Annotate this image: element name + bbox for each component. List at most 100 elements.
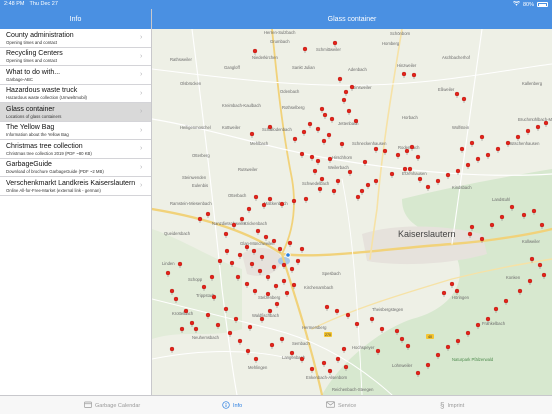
map-pin-icon[interactable] — [321, 360, 327, 367]
list-item-garbage-guide[interactable]: GarbageGuide Download of brochure Garbag… — [0, 159, 151, 177]
map-pin-icon[interactable] — [312, 168, 318, 175]
map-pin-icon[interactable] — [435, 178, 441, 185]
map-pin-icon[interactable] — [245, 348, 251, 355]
map-pin-icon[interactable] — [334, 308, 340, 315]
map-pin-icon[interactable] — [326, 132, 332, 139]
list-item-verschenkmarkt[interactable]: Verschenkmarkt Landkreis Kaiserslautern … — [0, 177, 151, 196]
map-pin-icon[interactable] — [341, 346, 347, 353]
map-pin-icon[interactable] — [302, 46, 308, 53]
map-pin-icon[interactable] — [321, 138, 327, 145]
map-pin-icon[interactable] — [244, 244, 250, 251]
map-pin-icon[interactable] — [284, 290, 290, 297]
map-pin-icon[interactable] — [309, 154, 315, 161]
map-pin-icon[interactable] — [319, 106, 325, 113]
map-canvas[interactable]: Kaiserslautern Herren-Sulzbach Schönborn G… — [152, 29, 552, 395]
map-pin-icon[interactable] — [247, 324, 253, 331]
map-pin-icon[interactable] — [303, 196, 309, 203]
map-pin-icon[interactable] — [224, 248, 230, 255]
map-pin-icon[interactable] — [329, 116, 335, 123]
map-pin-icon[interactable] — [441, 290, 447, 297]
map-pin-icon[interactable] — [355, 194, 361, 201]
map-pin-icon[interactable] — [301, 129, 307, 136]
map-pin-icon[interactable] — [411, 72, 417, 79]
map-pin-icon[interactable] — [244, 281, 250, 288]
map-pin-icon[interactable] — [401, 71, 407, 78]
map-pin-icon[interactable] — [327, 156, 333, 163]
map-pin-icon[interactable] — [495, 146, 501, 153]
map-pin-icon[interactable] — [205, 211, 211, 218]
list-item-christmas-tree-collection[interactable]: Christmas tree collection Christmas tree… — [0, 140, 151, 159]
tab-service[interactable]: Service — [326, 396, 356, 414]
map-pin-icon[interactable] — [404, 148, 410, 155]
map-pin-icon[interactable] — [373, 146, 379, 153]
map-pin-icon[interactable] — [246, 206, 252, 213]
map-pin-icon[interactable] — [469, 140, 475, 147]
map-pin-icon[interactable] — [295, 258, 301, 265]
map-pin-icon[interactable] — [315, 158, 321, 165]
list-item-hazardous-waste-truck[interactable]: Hazardous waste truck Hazardous waste co… — [0, 85, 151, 103]
map-pin-icon[interactable] — [292, 136, 298, 143]
map-pin-icon[interactable] — [261, 202, 267, 209]
map-pin-icon[interactable] — [307, 121, 313, 128]
map-pin-icon[interactable] — [287, 240, 293, 247]
map-pin-icon[interactable] — [252, 288, 258, 295]
list-item-county-administration[interactable]: County administration Opening times and … — [0, 29, 151, 48]
map-pin-icon[interactable] — [223, 231, 229, 238]
tab-info[interactable]: Info — [222, 396, 242, 414]
map-pin-icon[interactable] — [259, 316, 265, 323]
map-pin-icon[interactable] — [459, 146, 465, 153]
map-pin-icon[interactable] — [389, 171, 395, 178]
map-pin-icon[interactable] — [449, 281, 455, 288]
map-pin-icon[interactable] — [324, 304, 330, 311]
map-pin-icon[interactable] — [445, 172, 451, 179]
map-pin-icon[interactable] — [417, 176, 423, 183]
map-pin-icon[interactable] — [345, 312, 351, 319]
map-pin-icon[interactable] — [279, 336, 285, 343]
map-pin-icon[interactable] — [362, 159, 368, 166]
map-pin-icon[interactable] — [299, 356, 305, 363]
map-pin-icon[interactable] — [273, 283, 279, 290]
list-item-what-to-do-with[interactable]: What to do with... Garbage-ABC › — [0, 66, 151, 85]
map-pin-icon[interactable] — [461, 96, 467, 103]
map-pin-icon[interactable] — [279, 201, 285, 208]
map-pin-icon[interactable] — [337, 76, 343, 83]
map-pin-icon[interactable] — [365, 182, 371, 189]
map-pin-icon[interactable] — [373, 178, 379, 185]
map-pin-icon[interactable] — [454, 91, 460, 98]
map-pin-icon[interactable] — [255, 228, 261, 235]
map-pin-icon[interactable] — [479, 134, 485, 141]
map-pin-icon[interactable] — [335, 356, 341, 363]
map-pin-icon[interactable] — [274, 301, 280, 308]
map-pin-icon[interactable] — [475, 156, 481, 163]
map-pin-icon[interactable] — [289, 266, 295, 273]
map-pin-icon[interactable] — [505, 140, 511, 147]
map-pin-icon[interactable] — [347, 169, 353, 176]
map-pin-icon[interactable] — [249, 131, 255, 138]
map-pin-icon[interactable] — [237, 338, 243, 345]
map-pin-icon[interactable] — [379, 326, 385, 333]
map-pin-icon[interactable] — [265, 274, 271, 281]
tab-imprint[interactable]: § Imprint — [440, 396, 464, 414]
map-pin-icon[interactable] — [231, 222, 237, 229]
map-pin-icon[interactable] — [525, 128, 531, 135]
map-pin-icon[interactable] — [281, 278, 287, 285]
map-pin-icon[interactable] — [315, 126, 321, 133]
map-pin-icon[interactable] — [269, 342, 275, 349]
map-pin-icon[interactable] — [169, 346, 175, 353]
list-item-yellow-bag[interactable]: The Yellow Bag Information about the Yel… — [0, 122, 151, 140]
map-pin-icon[interactable] — [535, 124, 541, 131]
map-pin-icon[interactable] — [317, 186, 323, 193]
map-pin-icon[interactable] — [237, 252, 243, 259]
map-pin-icon[interactable] — [339, 141, 345, 148]
map-pin-icon[interactable] — [349, 84, 355, 91]
tab-garbage-calendar[interactable]: Garbage Calendar — [84, 396, 140, 414]
map-pin-icon[interactable] — [359, 188, 365, 195]
map-pin-icon[interactable] — [299, 246, 305, 253]
map-pin-icon[interactable] — [465, 162, 471, 169]
map-pin-icon[interactable] — [322, 112, 328, 119]
map-pin-icon[interactable] — [485, 152, 491, 159]
map-pin-icon[interactable] — [197, 216, 203, 223]
map-pin-icon[interactable] — [409, 144, 415, 151]
map-pin-icon[interactable] — [299, 151, 305, 158]
map-pin-icon[interactable] — [331, 188, 337, 195]
